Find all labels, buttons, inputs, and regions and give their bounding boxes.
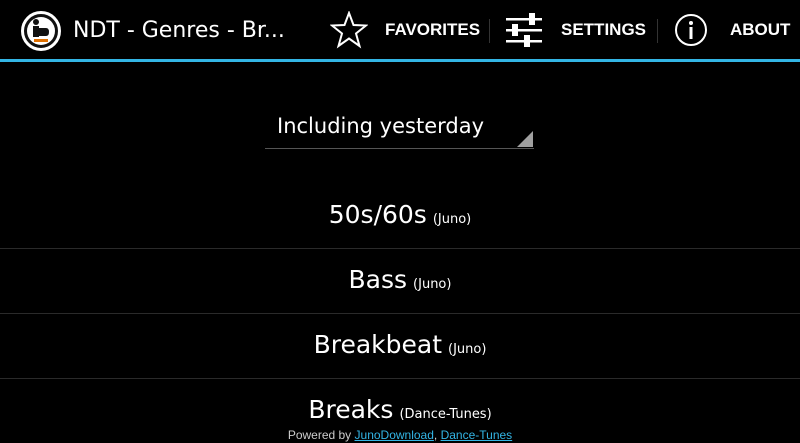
genre-item[interactable]: Breakbeat (Juno) bbox=[0, 315, 800, 379]
genre-source: (Juno) bbox=[432, 212, 472, 227]
favorites-label: FAVORITES bbox=[385, 19, 481, 39]
settings-button[interactable]: SETTINGS bbox=[504, 0, 646, 59]
date-filter-value: Including yesterday bbox=[277, 114, 485, 138]
action-bar: NDT - Genres - Br... FAVORITES SETTINGS … bbox=[0, 0, 800, 59]
genre-source: (Juno) bbox=[448, 342, 487, 357]
about-button[interactable]: ABOUT bbox=[674, 0, 790, 59]
genre-source: (Dance-Tunes) bbox=[399, 407, 492, 422]
action-divider bbox=[657, 19, 658, 43]
date-filter-spinner[interactable]: Including yesterday bbox=[265, 108, 534, 149]
genre-name: Breaks bbox=[308, 395, 394, 424]
star-outline-icon bbox=[330, 10, 368, 48]
action-bar-underline bbox=[0, 59, 800, 62]
app-logo-icon[interactable] bbox=[21, 11, 61, 51]
info-circle-icon bbox=[675, 13, 707, 46]
footer-separator: , bbox=[433, 428, 441, 442]
dropdown-triangle-icon bbox=[517, 131, 533, 147]
powered-by-footer: Powered by JunoDownload, Dance-Tunes bbox=[0, 428, 800, 443]
dance-tunes-link[interactable]: Dance-Tunes bbox=[441, 428, 513, 442]
footer-prefix: Powered by bbox=[287, 428, 355, 442]
genre-list: 50s/60s (Juno) Bass (Juno) Breakbeat (Juno)… bbox=[0, 185, 800, 443]
app-title: NDT - Genres - Br... bbox=[73, 18, 285, 43]
about-label: ABOUT bbox=[730, 19, 791, 39]
genre-name: Breakbeat bbox=[313, 330, 442, 359]
junodownload-link[interactable]: JunoDownload bbox=[355, 428, 434, 442]
settings-label: SETTINGS bbox=[561, 19, 647, 39]
genre-name: Bass bbox=[348, 265, 408, 294]
action-divider bbox=[489, 19, 490, 43]
sliders-icon bbox=[506, 12, 542, 47]
favorites-button[interactable]: FAVORITES bbox=[330, 0, 480, 59]
genre-source: (Juno) bbox=[413, 277, 452, 292]
genre-item[interactable]: 50s/60s (Juno) bbox=[0, 185, 800, 249]
genre-name: 50s/60s bbox=[328, 200, 427, 229]
genre-item[interactable]: Bass (Juno) bbox=[0, 250, 800, 314]
